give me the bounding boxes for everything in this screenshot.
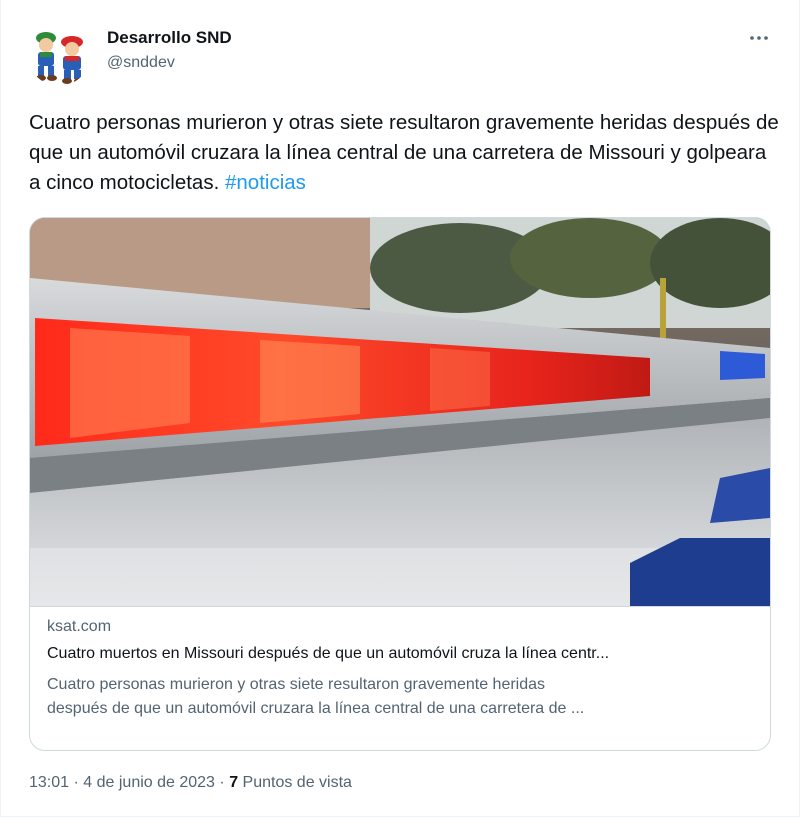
- tweet-container: Desarrollo SND @snddev Cuatro personas m…: [0, 0, 800, 817]
- views-count: 7: [229, 774, 239, 791]
- tweet-time[interactable]: 13:01: [29, 774, 69, 791]
- views-label: Puntos de vista: [242, 774, 352, 791]
- tweet-body: Cuatro personas murieron y otras siete r…: [29, 111, 779, 194]
- link-card-domain: ksat.com: [47, 618, 112, 635]
- more-options-button[interactable]: [747, 26, 771, 50]
- author-name[interactable]: Desarrollo SND: [107, 28, 232, 48]
- link-card-description-line1: Cuatro personas murieron y otras siete r…: [47, 676, 546, 693]
- tweet-metadata: 13:01 · 4 de junio de 2023 · 7 Puntos de…: [29, 774, 352, 792]
- cartoon-characters-avatar-icon: [28, 24, 90, 86]
- tweet-text: Cuatro personas murieron y otras siete r…: [29, 108, 779, 198]
- link-card-meta: ksat.com Cuatro muertos en Missouri desp…: [30, 606, 770, 750]
- more-horizontal-icon: [750, 36, 768, 40]
- police-light-bar-image: [30, 218, 770, 606]
- link-card-description: Cuatro personas murieron y otras siete r…: [47, 673, 755, 721]
- separator: ·: [73, 774, 79, 791]
- hashtag-link[interactable]: #noticias: [225, 171, 306, 194]
- tweet-date[interactable]: 4 de junio de 2023: [83, 774, 215, 791]
- link-card[interactable]: ksat.com Cuatro muertos en Missouri desp…: [29, 217, 771, 751]
- author-handle[interactable]: @snddev: [107, 54, 175, 72]
- avatar[interactable]: [28, 24, 90, 86]
- link-card-title: Cuatro muertos en Missouri después de qu…: [47, 645, 610, 662]
- link-card-description-line2: después de que un automóvil cruzara la l…: [47, 700, 585, 717]
- separator: ·: [219, 774, 225, 791]
